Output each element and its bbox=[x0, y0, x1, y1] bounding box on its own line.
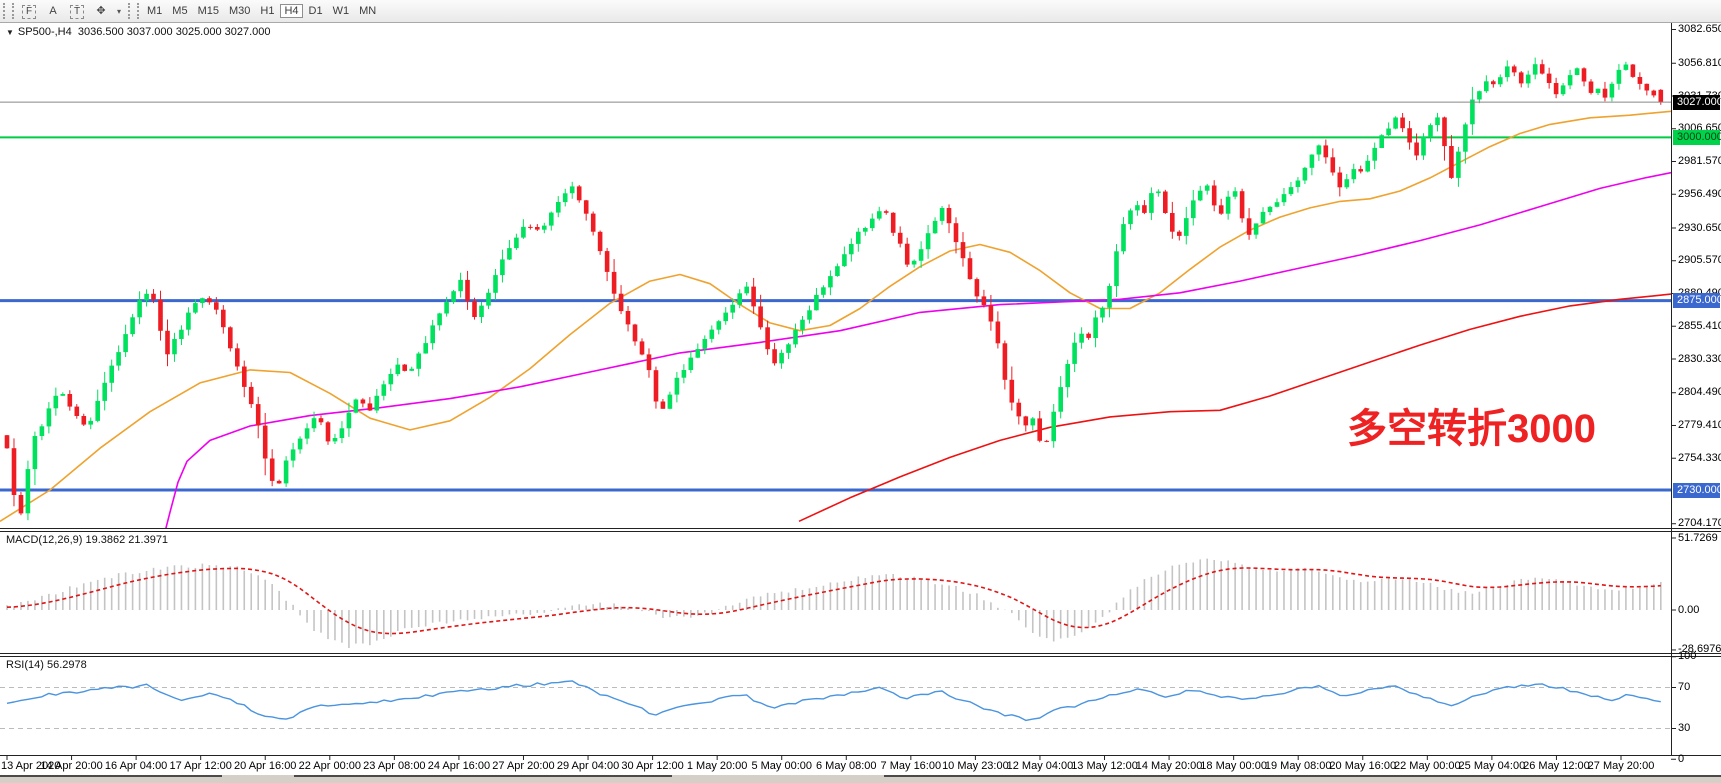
time-axis-label: 14 Apr 20:00 bbox=[40, 760, 102, 772]
rsi-axis-label: 100 bbox=[1678, 650, 1696, 662]
time-axis-label: 17 Apr 12:00 bbox=[169, 760, 231, 772]
rsi-axis-label: 0 bbox=[1678, 753, 1684, 765]
price-tag-2875.000: 2875.000 bbox=[1673, 293, 1720, 308]
price-tag-3000.000: 3000.000 bbox=[1673, 130, 1720, 145]
price-axis-label: 2830.330 bbox=[1678, 353, 1721, 365]
time-axis-label: 29 Apr 04:00 bbox=[557, 760, 619, 772]
price-axis-label: 2930.650 bbox=[1678, 222, 1721, 234]
price-axis-label: 2855.410 bbox=[1678, 320, 1721, 332]
time-axis-label: 20 Apr 16:00 bbox=[234, 760, 296, 772]
status-strip bbox=[0, 775, 1721, 783]
time-axis-label: 16 Apr 04:00 bbox=[105, 760, 167, 772]
price-tag-3027.000: 3027.000 bbox=[1673, 95, 1720, 110]
price-axis-label: 2779.410 bbox=[1678, 419, 1721, 431]
time-axis-label: 18 May 00:00 bbox=[1200, 760, 1267, 772]
chart-canvas[interactable] bbox=[0, 0, 1721, 783]
price-axis-label: 2956.490 bbox=[1678, 188, 1721, 200]
symbol-ohlc-text: SP500-,H4 3036.500 3037.000 3025.000 302… bbox=[18, 26, 271, 38]
time-axis-label: 6 May 08:00 bbox=[816, 760, 877, 772]
panel-splitter[interactable] bbox=[884, 775, 1721, 777]
time-axis-label: 22 May 00:00 bbox=[1394, 760, 1461, 772]
time-axis-label: 13 May 12:00 bbox=[1071, 760, 1138, 772]
chart-header: ▼ SP500-,H4 3036.500 3037.000 3025.000 30… bbox=[6, 26, 271, 38]
rsi-axis-label: 70 bbox=[1678, 681, 1690, 693]
chart-annotation-text: 多空转折3000 bbox=[1347, 396, 1596, 454]
collapse-arrow-icon[interactable]: ▼ bbox=[6, 28, 14, 37]
panel-splitter[interactable] bbox=[0, 775, 222, 777]
price-axis-label: 2981.570 bbox=[1678, 155, 1721, 167]
time-axis-label: 10 May 23:00 bbox=[942, 760, 1009, 772]
macd-axis-label: 0.00 bbox=[1678, 604, 1699, 616]
time-axis-label: 22 Apr 00:00 bbox=[299, 760, 361, 772]
time-axis-label: 26 May 12:00 bbox=[1523, 760, 1590, 772]
price-axis-label: 3056.810 bbox=[1678, 57, 1721, 69]
rsi-indicator-label: RSI(14) 56.2978 bbox=[6, 659, 87, 671]
macd-indicator-label: MACD(12,26,9) 19.3862 21.3971 bbox=[6, 534, 168, 546]
price-axis-label: 3082.650 bbox=[1678, 23, 1721, 35]
time-axis-label: 23 Apr 08:00 bbox=[363, 760, 425, 772]
time-axis-label: 30 Apr 12:00 bbox=[621, 760, 683, 772]
time-axis-label: 12 May 04:00 bbox=[1007, 760, 1074, 772]
terminal-window: FAT✥▾ M1M5M15M30H1H4D1W1MN ▼SP500-,H4 30… bbox=[0, 0, 1721, 783]
price-axis-label: 2754.330 bbox=[1678, 452, 1721, 464]
price-tag-2730.000: 2730.000 bbox=[1673, 483, 1720, 498]
price-axis-label: 2905.570 bbox=[1678, 254, 1721, 266]
time-axis-label: 24 Apr 16:00 bbox=[428, 760, 490, 772]
panel-splitter[interactable] bbox=[294, 775, 672, 777]
time-axis-label: 20 May 16:00 bbox=[1329, 760, 1396, 772]
time-axis-label: 7 May 16:00 bbox=[881, 760, 942, 772]
macd-axis-label: 51.7269 bbox=[1678, 532, 1718, 544]
price-axis-label: 2804.490 bbox=[1678, 386, 1721, 398]
time-axis-label: 25 May 04:00 bbox=[1459, 760, 1526, 772]
time-axis-label: 14 May 20:00 bbox=[1136, 760, 1203, 772]
time-axis-label: 19 May 08:00 bbox=[1265, 760, 1332, 772]
time-axis-label: 27 Apr 20:00 bbox=[492, 760, 554, 772]
time-axis-label: 1 May 20:00 bbox=[687, 760, 748, 772]
price-axis-label: 2704.170 bbox=[1678, 517, 1721, 529]
time-axis-label: 5 May 00:00 bbox=[751, 760, 812, 772]
time-axis-label: 27 May 20:00 bbox=[1588, 760, 1655, 772]
rsi-axis-label: 30 bbox=[1678, 722, 1690, 734]
